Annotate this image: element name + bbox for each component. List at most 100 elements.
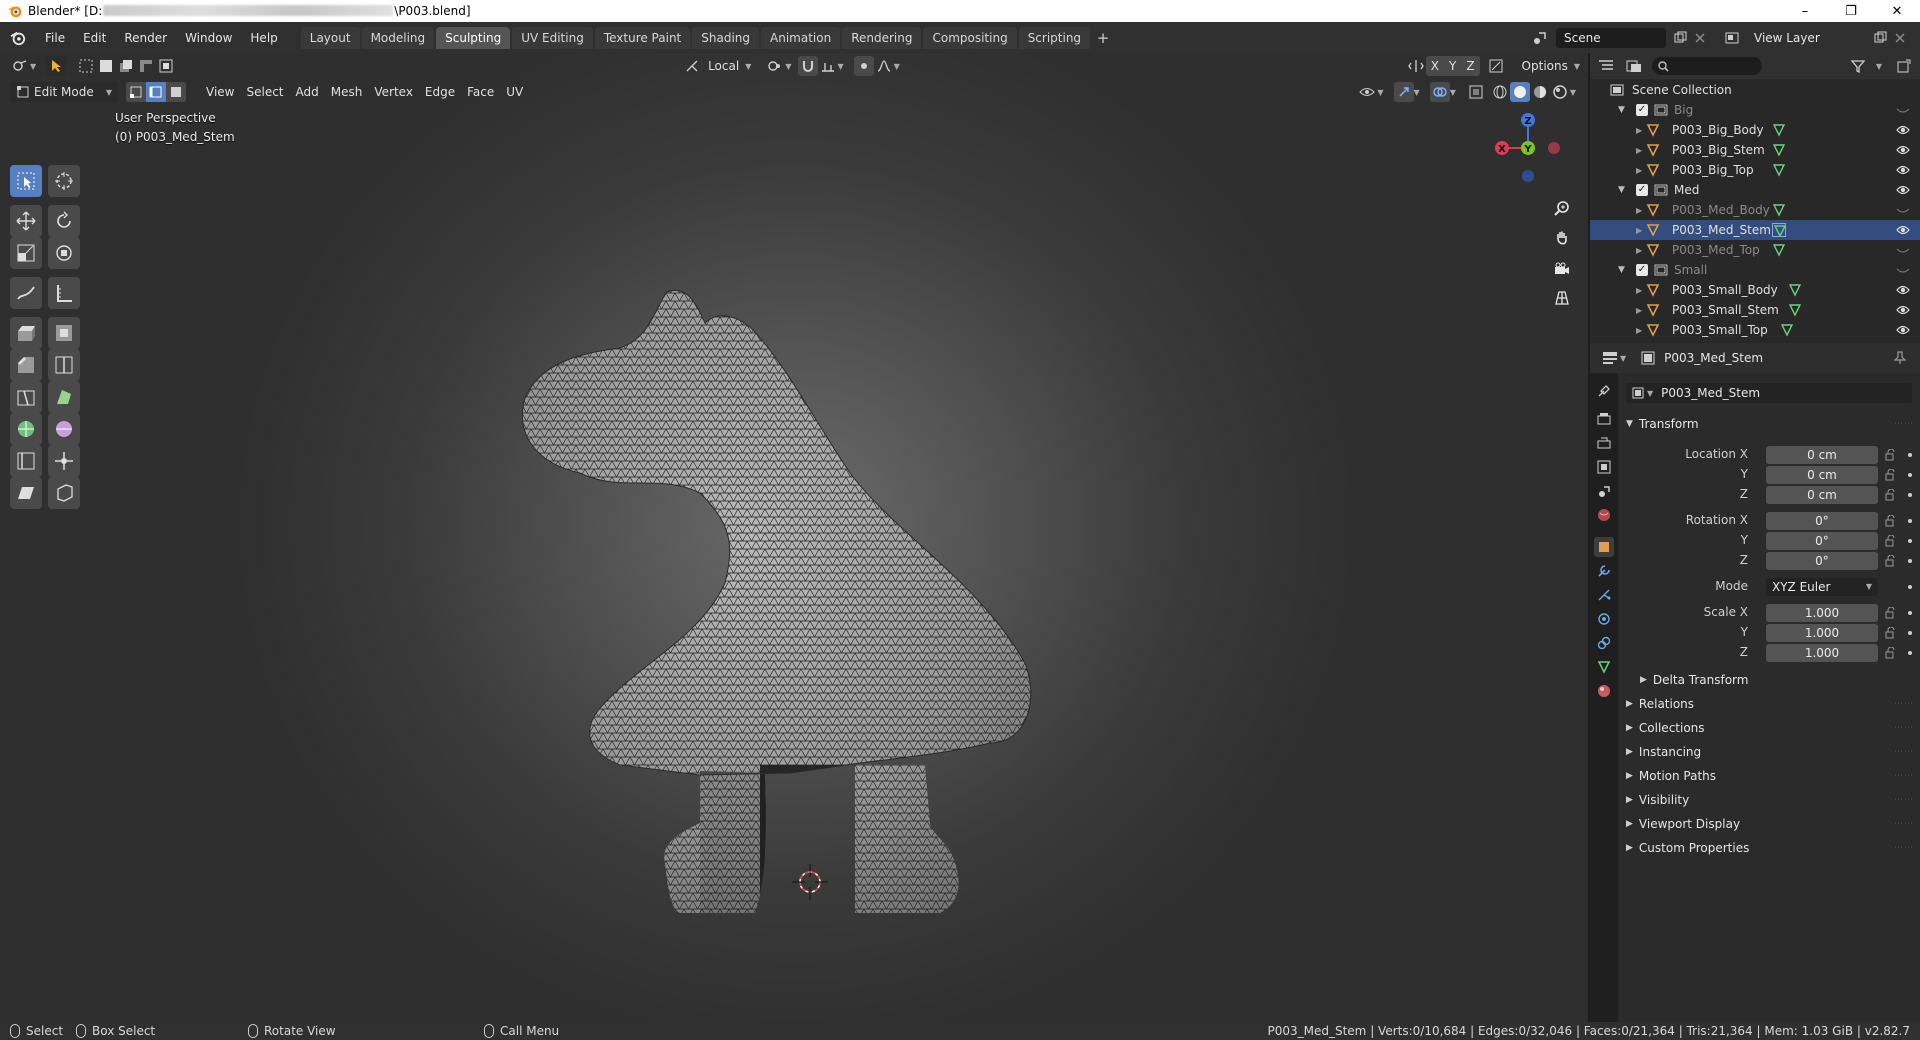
location-z-field[interactable]: 0 cm — [1766, 486, 1878, 504]
hidden-eye-icon[interactable] — [1896, 104, 1910, 116]
outliner-editor-type-icon[interactable] — [1596, 56, 1616, 76]
mesh-data-icon[interactable] — [1772, 223, 1786, 237]
delete-scene-icon[interactable] — [1690, 28, 1710, 48]
tool-spin[interactable] — [10, 413, 42, 445]
transform-orientation-dropdown[interactable]: Local — [702, 56, 745, 76]
tab-scene[interactable] — [1594, 481, 1614, 501]
tab-compositing[interactable]: Compositing — [923, 26, 1017, 49]
tab-uv-editing[interactable]: UV Editing — [512, 26, 593, 49]
menu-uv[interactable]: UV — [500, 82, 529, 102]
panel-custom-properties[interactable]: ▶ Custom Properties — [1626, 841, 1749, 855]
camera-view-icon[interactable] — [1549, 256, 1575, 282]
expand-arrow-icon[interactable]: ▶ — [1636, 226, 1642, 235]
tool-inset-faces[interactable] — [48, 317, 80, 349]
keyframe-dot-icon[interactable] — [1908, 493, 1912, 497]
zoom-icon[interactable] — [1549, 195, 1575, 221]
snap-element-icon[interactable] — [818, 56, 838, 76]
blender-menu-icon[interactable] — [0, 30, 36, 46]
visibility-eye-icon[interactable] — [1896, 124, 1910, 136]
auto-merge-icon[interactable] — [1486, 56, 1506, 76]
outliner-scene-collection[interactable]: Scene Collection — [1590, 80, 1920, 100]
menu-mesh[interactable]: Mesh — [325, 82, 369, 102]
snap-toggle-icon[interactable] — [797, 56, 818, 76]
expand-arrow-icon[interactable]: ▶ — [1636, 306, 1642, 315]
keyframe-dot-icon[interactable] — [1908, 631, 1912, 635]
display-mode-icon[interactable] — [1624, 56, 1644, 76]
mesh-data-icon[interactable] — [1772, 203, 1786, 217]
select-extend-icon[interactable] — [116, 56, 136, 76]
keyframe-dot-icon[interactable] — [1908, 539, 1912, 543]
tab-particles[interactable] — [1594, 585, 1614, 605]
mesh-data-icon[interactable] — [1788, 283, 1802, 297]
mesh-data-icon[interactable] — [1780, 323, 1794, 337]
menu-view[interactable]: View — [200, 82, 240, 102]
tab-mesh-data[interactable] — [1594, 657, 1614, 677]
perspective-toggle-icon[interactable] — [1549, 285, 1575, 311]
collection-enable-checkbox[interactable]: ✓ — [1636, 104, 1648, 116]
expand-arrow-icon[interactable]: ▼ — [1618, 105, 1625, 115]
new-scene-icon[interactable] — [1670, 28, 1690, 48]
expand-arrow-icon[interactable]: ▼ — [1618, 185, 1625, 195]
tab-modifiers[interactable] — [1594, 561, 1614, 581]
new-view-layer-icon[interactable] — [1870, 28, 1890, 48]
add-workspace-button[interactable]: + — [1092, 27, 1114, 49]
tool-scale[interactable] — [10, 237, 42, 269]
outliner-object-p003-small-body[interactable]: ▶ P003_Small_Body — [1590, 280, 1920, 300]
visibility-eye-icon[interactable] — [1896, 144, 1910, 156]
location-x-field[interactable]: 0 cm — [1766, 446, 1878, 464]
lock-icon[interactable] — [1884, 489, 1896, 501]
expand-arrow-icon[interactable]: ▶ — [1636, 146, 1642, 155]
mirror-z-toggle[interactable]: Z — [1461, 56, 1480, 76]
visibility-eye-icon[interactable] — [1896, 284, 1910, 296]
menu-window[interactable]: Window — [176, 28, 241, 48]
new-collection-icon[interactable] — [1894, 56, 1914, 76]
tool-select-box[interactable] — [10, 165, 42, 197]
gizmo-toggle-icon[interactable] — [1393, 82, 1414, 102]
tool-shrink-fatten[interactable] — [48, 445, 80, 477]
tool-bevel[interactable] — [10, 349, 42, 381]
scene-name-field[interactable]: Scene — [1556, 27, 1666, 48]
active-tool-select-icon[interactable] — [46, 56, 67, 76]
face-select-mode-icon[interactable] — [166, 82, 186, 102]
expand-arrow-icon[interactable]: ▶ — [1636, 206, 1642, 215]
scale-z-field[interactable]: 1.000 — [1766, 644, 1878, 662]
expand-arrow-icon[interactable]: ▶ — [1636, 286, 1642, 295]
select-box-mode-icon[interactable] — [76, 56, 96, 76]
lock-icon[interactable] — [1884, 449, 1896, 461]
tab-layout[interactable]: Layout — [300, 26, 360, 49]
expand-arrow-icon[interactable]: ▶ — [1636, 126, 1642, 135]
3d-cursor-icon[interactable] — [792, 864, 828, 900]
tab-shading[interactable]: Shading — [692, 26, 759, 49]
expand-arrow-icon[interactable]: ▶ — [1636, 166, 1642, 175]
falloff-icon[interactable] — [874, 56, 894, 76]
tool-move[interactable] — [10, 205, 42, 237]
tab-rendering[interactable]: Rendering — [842, 26, 922, 49]
mesh-data-icon[interactable] — [1772, 143, 1786, 157]
lock-icon[interactable] — [1884, 469, 1896, 481]
tab-constraints[interactable] — [1594, 633, 1614, 653]
pan-hand-icon[interactable] — [1549, 225, 1575, 251]
3d-viewport[interactable]: ▼ Local ▼ ▼ ▼ ▼ X Y Z Options ▼ Edit Mod… — [0, 53, 1588, 1022]
collection-enable-checkbox[interactable]: ✓ — [1636, 184, 1648, 196]
outliner-object-p003-med-stem[interactable]: ▶ P003_Med_Stem — [1590, 220, 1920, 240]
shading-solid-icon[interactable] — [1509, 82, 1530, 102]
menu-add[interactable]: Add — [290, 82, 325, 102]
tool-shear[interactable] — [10, 477, 42, 509]
tab-view-layer[interactable] — [1594, 457, 1614, 477]
vertex-select-mode-icon[interactable] — [126, 82, 146, 102]
tool-knife[interactable] — [10, 381, 42, 413]
tab-world[interactable] — [1594, 505, 1614, 525]
tool-edge-slide[interactable] — [10, 445, 42, 477]
menu-vertex[interactable]: Vertex — [368, 82, 419, 102]
outliner-object-p003-big-body[interactable]: ▶ P003_Big_Body — [1590, 120, 1920, 140]
menu-face[interactable]: Face — [461, 82, 500, 102]
outliner-search-input[interactable] — [1652, 57, 1762, 75]
hidden-eye-icon[interactable] — [1896, 264, 1910, 276]
tool-loop-cut[interactable] — [48, 349, 80, 381]
outliner-object-p003-small-top[interactable]: ▶ P003_Small_Top — [1590, 320, 1920, 340]
view-layer-field[interactable]: View Layer — [1746, 27, 1866, 48]
lock-icon[interactable] — [1884, 515, 1896, 527]
select-new-icon[interactable] — [96, 56, 116, 76]
rotation-mode-dropdown[interactable]: XYZ Euler ▼ — [1766, 578, 1878, 596]
rotation-y-field[interactable]: 0° — [1766, 532, 1878, 550]
